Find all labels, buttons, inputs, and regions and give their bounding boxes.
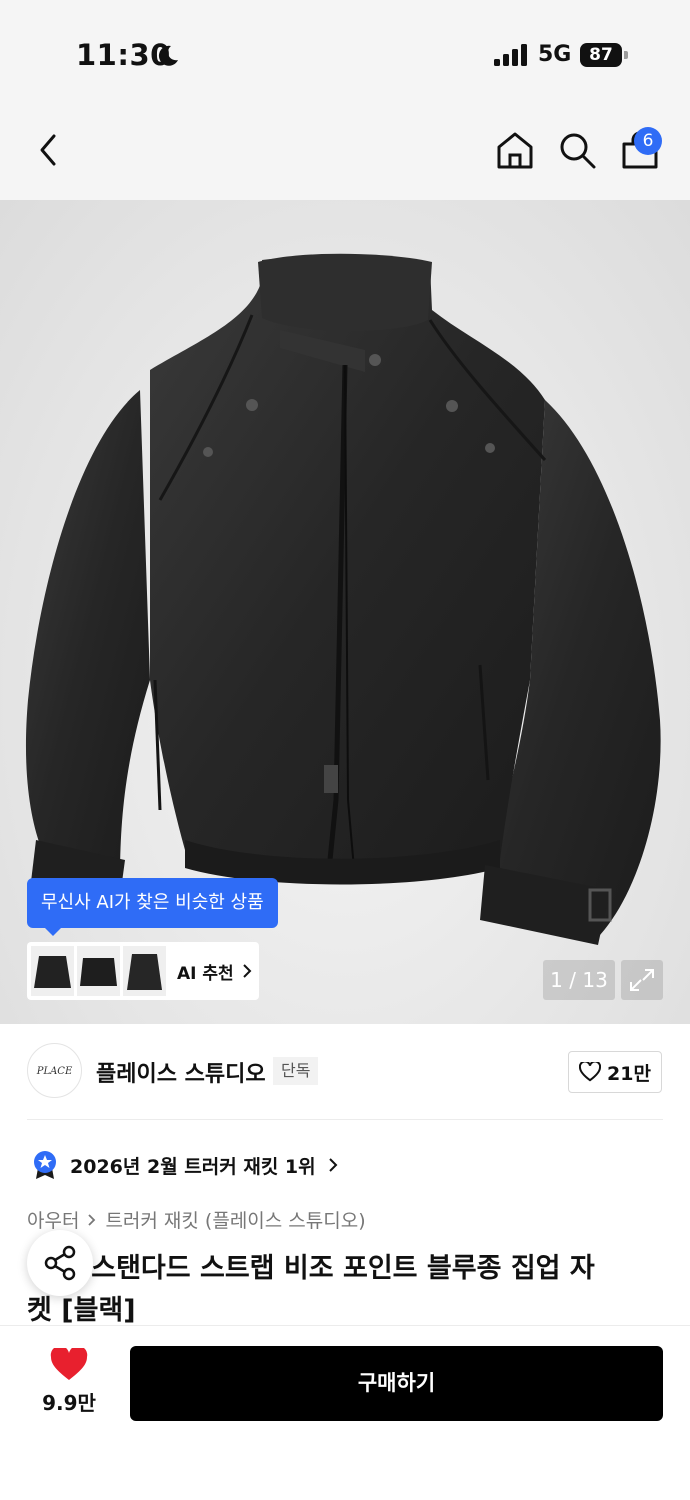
divider xyxy=(27,1119,663,1120)
chevron-right-icon xyxy=(242,964,252,978)
ai-thumb[interactable] xyxy=(123,946,166,996)
heart-outline-icon xyxy=(579,1062,602,1082)
ai-thumb[interactable] xyxy=(77,946,120,996)
network-label: 5G xyxy=(538,42,572,67)
ai-similar-tooltip: 무신사 AI가 찾은 비슷한 상품 xyxy=(27,878,278,936)
cart-count-badge: 6 xyxy=(634,127,662,155)
buy-button[interactable]: 구매하기 xyxy=(130,1346,663,1421)
breadcrumb-category[interactable]: 아우터 xyxy=(27,1206,79,1233)
brand-logo[interactable]: PLACE xyxy=(27,1043,82,1098)
top-bar: 11:30 5G 87 6 xyxy=(0,0,690,200)
back-icon[interactable] xyxy=(34,130,64,170)
brand-like-button[interactable]: 21만 xyxy=(568,1051,662,1093)
breadcrumb-subcategory[interactable]: 트러커 재킷 (플레이스 스튜디오) xyxy=(105,1206,365,1233)
chevron-right-icon xyxy=(88,1213,96,1226)
search-icon[interactable] xyxy=(557,130,597,170)
ranking-text: 2026년 2월 트러커 재킷 1위 xyxy=(70,1155,316,1178)
wishlist-count: 9.9만 xyxy=(42,1391,96,1415)
moon-icon xyxy=(158,45,178,66)
ranking-link[interactable]: 2026년 2월 트러커 재킷 1위 xyxy=(32,1150,338,1180)
expand-icon[interactable] xyxy=(621,960,663,1000)
brand-name[interactable]: 플레이스 스튜디오 xyxy=(96,1056,266,1088)
ai-recommend-card[interactable]: AI 추천 xyxy=(27,942,259,1000)
battery-icon: 87 xyxy=(580,43,628,67)
product-image-gallery[interactable]: 무신사 AI가 찾은 비슷한 상품 AI 추천 1 / 13 xyxy=(0,200,690,1024)
chevron-right-icon xyxy=(328,1158,338,1172)
product-page: 11:30 5G 87 6 무신사 AI가 찾은 비슷한 상품 AI 추천 1 … xyxy=(0,0,690,1500)
breadcrumb: 아우터 트러커 재킷 (플레이스 스튜디오) xyxy=(27,1206,366,1233)
share-icon xyxy=(44,1245,76,1281)
image-counter: 1 / 13 xyxy=(543,960,615,1000)
signal-icon xyxy=(494,44,527,66)
product-title-line1: 릭 스탠다드 스트랩 비조 포인트 블루종 집업 자 xyxy=(57,1253,595,1284)
wishlist-heart-icon[interactable] xyxy=(50,1348,88,1382)
battery-level: 87 xyxy=(580,43,622,67)
share-button[interactable] xyxy=(27,1230,93,1296)
product-title: 릭 스탠다드 스트랩 비조 포인트 블루종 집업 자 켓 [블랙] xyxy=(27,1248,663,1332)
exclusive-badge: 단독 xyxy=(273,1057,319,1085)
home-icon[interactable] xyxy=(495,130,535,170)
ai-thumb[interactable] xyxy=(31,946,74,996)
ai-recommend-label: AI 추천 xyxy=(177,963,234,984)
rank-medal-icon xyxy=(34,1151,56,1179)
brand-like-count: 21만 xyxy=(607,1062,651,1085)
